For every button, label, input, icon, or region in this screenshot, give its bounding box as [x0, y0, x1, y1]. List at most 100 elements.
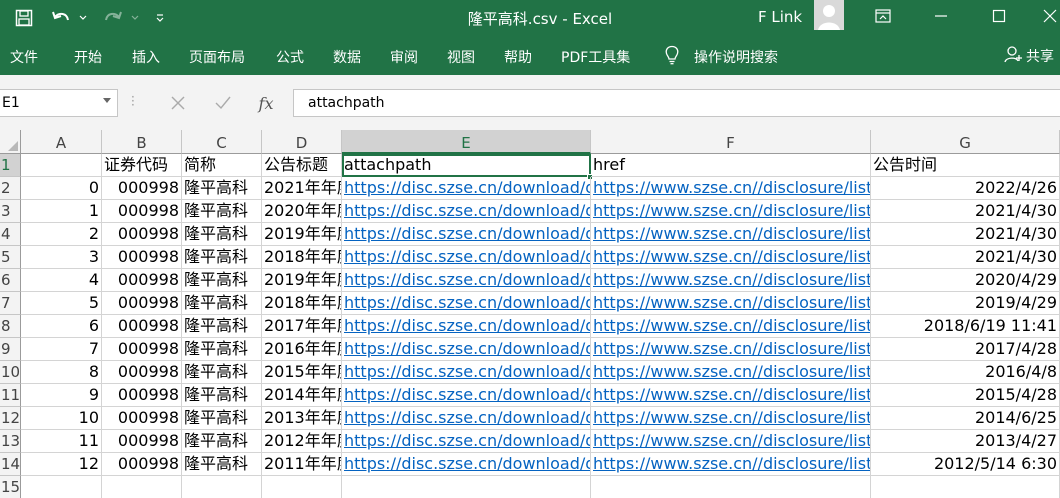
row-header[interactable]: 8: [0, 315, 21, 338]
table-cell[interactable]: 隆平高科: [182, 407, 262, 430]
column-header-c[interactable]: C: [182, 130, 262, 154]
table-cell[interactable]: 000998: [102, 384, 182, 407]
table-cell[interactable]: 2015/4/28: [871, 384, 1060, 407]
column-header-e[interactable]: E: [342, 130, 591, 154]
name-box[interactable]: E1: [0, 89, 118, 117]
table-cell[interactable]: 000998: [102, 269, 182, 292]
row-header[interactable]: 12: [0, 407, 21, 430]
hyperlink-cell[interactable]: https://www.szse.cn//disclosure/listed/b…: [591, 407, 871, 430]
table-cell[interactable]: 000998: [102, 246, 182, 269]
hyperlink-cell[interactable]: https://disc.szse.cn/download/disc/disk0…: [342, 430, 591, 453]
worksheet-grid[interactable]: A B C D E F G 1 证券代码 简称 公告标题 attachpath …: [0, 130, 1060, 498]
cell-d1[interactable]: 公告标题: [262, 154, 342, 177]
table-cell[interactable]: 隆平高科: [182, 269, 262, 292]
hyperlink-cell[interactable]: https://disc.szse.cn/download/disc/disk0…: [342, 223, 591, 246]
table-cell[interactable]: 2017/4/28: [871, 338, 1060, 361]
name-box-dropdown-icon[interactable]: [103, 98, 111, 103]
formula-bar-grip-icon[interactable]: · · ·: [131, 91, 135, 111]
hyperlink-cell[interactable]: https://disc.szse.cn/download/disc/disk0…: [342, 177, 591, 200]
table-cell[interactable]: 1: [21, 200, 102, 223]
table-cell[interactable]: 2018/6/19 11:41: [871, 315, 1060, 338]
row-header-1[interactable]: 1: [0, 154, 21, 177]
table-cell[interactable]: 2012年年度: [262, 430, 342, 453]
ribbon-display-options-icon[interactable]: [868, 4, 898, 28]
tab-home[interactable]: 开始: [74, 47, 102, 67]
hyperlink-cell[interactable]: https://www.szse.cn//disclosure/listed/b…: [591, 384, 871, 407]
hyperlink-cell[interactable]: https://disc.szse.cn/download/disc/disk0…: [342, 269, 591, 292]
cell-f1[interactable]: href: [591, 154, 871, 177]
table-cell[interactable]: 2021/4/30: [871, 200, 1060, 223]
tab-page-layout[interactable]: 页面布局: [189, 47, 245, 67]
enter-check-icon[interactable]: [211, 91, 235, 115]
row-header[interactable]: 6: [0, 269, 21, 292]
table-cell[interactable]: 11: [21, 430, 102, 453]
hyperlink-cell[interactable]: https://disc.szse.cn/download/disc/disk0…: [342, 338, 591, 361]
tab-help[interactable]: 帮助: [504, 47, 532, 67]
redo-icon[interactable]: [100, 7, 126, 29]
table-cell[interactable]: 2013年年度: [262, 407, 342, 430]
cell-empty[interactable]: [262, 476, 342, 498]
insert-function-icon[interactable]: fx: [254, 91, 278, 115]
hyperlink-cell[interactable]: https://disc.szse.cn/download/disc/disk0…: [342, 361, 591, 384]
maximize-icon[interactable]: [984, 4, 1014, 28]
table-cell[interactable]: 000998: [102, 223, 182, 246]
table-cell[interactable]: 000998: [102, 315, 182, 338]
row-header[interactable]: 9: [0, 338, 21, 361]
table-cell[interactable]: 2019年年度: [262, 223, 342, 246]
hyperlink-cell[interactable]: https://www.szse.cn//disclosure/listed/b…: [591, 200, 871, 223]
row-header[interactable]: 7: [0, 292, 21, 315]
hyperlink-cell[interactable]: https://www.szse.cn//disclosure/listed/b…: [591, 292, 871, 315]
tell-me-search[interactable]: 操作说明搜索: [664, 45, 778, 69]
cell-e1-active[interactable]: attachpath: [342, 154, 591, 177]
row-header-15[interactable]: 15: [0, 476, 21, 498]
hyperlink-cell[interactable]: https://www.szse.cn//disclosure/listed/b…: [591, 338, 871, 361]
table-cell[interactable]: 000998: [102, 177, 182, 200]
table-cell[interactable]: 2020/4/29: [871, 269, 1060, 292]
table-cell[interactable]: 隆平高科: [182, 384, 262, 407]
table-cell[interactable]: 4: [21, 269, 102, 292]
table-cell[interactable]: 12: [21, 453, 102, 476]
table-cell[interactable]: 2011年年度: [262, 453, 342, 476]
table-cell[interactable]: 3: [21, 246, 102, 269]
hyperlink-cell[interactable]: https://www.szse.cn//disclosure/listed/b…: [591, 453, 871, 476]
cell-empty[interactable]: [871, 476, 1060, 498]
table-cell[interactable]: 0: [21, 177, 102, 200]
table-cell[interactable]: 隆平高科: [182, 361, 262, 384]
table-cell[interactable]: 隆平高科: [182, 200, 262, 223]
column-header-f[interactable]: F: [591, 130, 871, 154]
table-cell[interactable]: 000998: [102, 361, 182, 384]
table-cell[interactable]: 2013/4/27: [871, 430, 1060, 453]
row-header[interactable]: 4: [0, 223, 21, 246]
cell-b1[interactable]: 证券代码: [102, 154, 182, 177]
table-cell[interactable]: 8: [21, 361, 102, 384]
hyperlink-cell[interactable]: https://disc.szse.cn/download/disc/disk0…: [342, 407, 591, 430]
hyperlink-cell[interactable]: https://www.szse.cn//disclosure/listed/b…: [591, 361, 871, 384]
hyperlink-cell[interactable]: https://disc.szse.cn/download/disc/disk0…: [342, 246, 591, 269]
undo-dropdown-icon[interactable]: [76, 7, 90, 29]
table-cell[interactable]: 2019年年度: [262, 269, 342, 292]
cell-g1[interactable]: 公告时间: [871, 154, 1060, 177]
table-cell[interactable]: 6: [21, 315, 102, 338]
table-cell[interactable]: 2017年年度: [262, 315, 342, 338]
column-header-a[interactable]: A: [21, 130, 102, 154]
row-header[interactable]: 11: [0, 384, 21, 407]
tab-file[interactable]: 文件: [10, 47, 38, 67]
hyperlink-cell[interactable]: https://www.szse.cn//disclosure/listed/b…: [591, 269, 871, 292]
table-cell[interactable]: 2022/4/26: [871, 177, 1060, 200]
column-header-b[interactable]: B: [102, 130, 182, 154]
table-cell[interactable]: 隆平高科: [182, 177, 262, 200]
undo-icon[interactable]: [48, 7, 74, 29]
cell-c1[interactable]: 简称: [182, 154, 262, 177]
hyperlink-cell[interactable]: https://disc.szse.cn/download/disc/disk0…: [342, 292, 591, 315]
tab-insert[interactable]: 插入: [132, 47, 160, 67]
column-header-d[interactable]: D: [262, 130, 342, 154]
cell-empty[interactable]: [342, 476, 591, 498]
tab-formulas[interactable]: 公式: [276, 47, 304, 67]
select-all-corner[interactable]: [0, 130, 21, 154]
hyperlink-cell[interactable]: https://www.szse.cn//disclosure/listed/b…: [591, 430, 871, 453]
tab-view[interactable]: 视图: [447, 47, 475, 67]
table-cell[interactable]: 2: [21, 223, 102, 246]
hyperlink-cell[interactable]: https://disc.szse.cn/download/disc/disk0…: [342, 200, 591, 223]
table-cell[interactable]: 隆平高科: [182, 453, 262, 476]
table-cell[interactable]: 9: [21, 384, 102, 407]
